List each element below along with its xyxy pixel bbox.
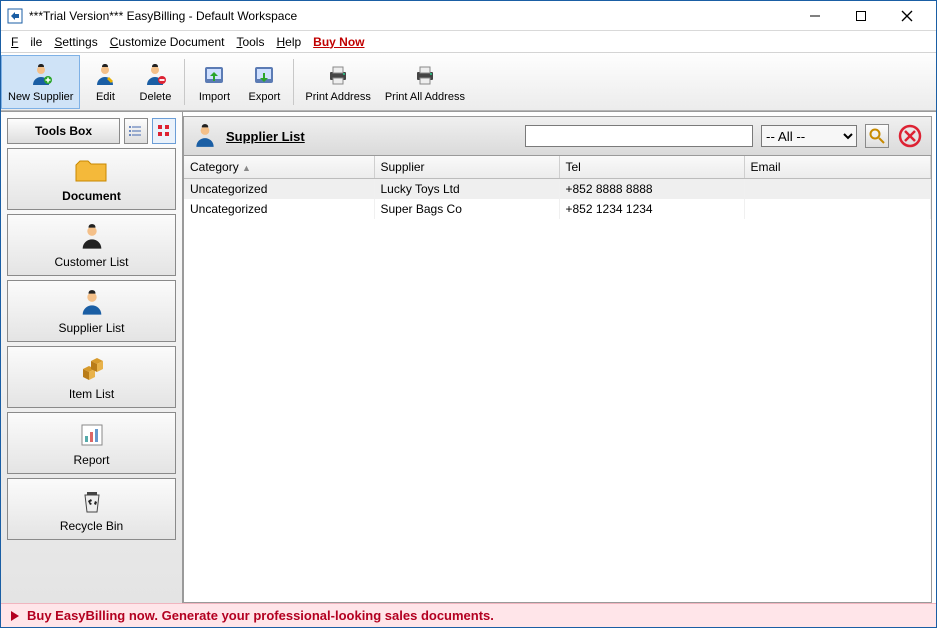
supplier-header-icon [192, 123, 218, 149]
supplier-table-wrap: Category ▲ Supplier Tel Email Uncategori… [183, 156, 932, 603]
promo-bar[interactable]: Buy EasyBilling now. Generate your profe… [1, 603, 936, 627]
toolbox-view-list-button[interactable] [124, 118, 148, 144]
customer-icon [78, 221, 106, 253]
column-category[interactable]: Category ▲ [184, 156, 374, 179]
column-email[interactable]: Email [744, 156, 931, 179]
menu-settings[interactable]: Settings [48, 33, 103, 51]
cell-tel: +852 1234 1234 [559, 199, 744, 219]
sort-asc-icon: ▲ [242, 163, 251, 173]
toolbar: New Supplier Edit Delete Import Export P… [1, 53, 936, 111]
toolbox-view-icons-button[interactable] [152, 118, 176, 144]
toolbox-item-recycle-bin[interactable]: Recycle Bin [7, 478, 176, 540]
toolbox-pane: Tools Box Document Customer List Supplie… [1, 112, 183, 603]
toolbox-title: Tools Box [7, 118, 120, 144]
person-delete-icon [143, 61, 167, 89]
report-icon [79, 419, 105, 451]
maximize-icon [855, 10, 867, 22]
edit-button[interactable]: Edit [80, 55, 130, 109]
export-icon [252, 61, 276, 89]
list-header: Supplier List -- All -- [183, 116, 932, 156]
list-header-title: Supplier List [226, 129, 305, 144]
toolbox-item-label: Document [62, 189, 121, 203]
import-button[interactable]: Import [189, 55, 239, 109]
cell-email [744, 199, 931, 219]
printer-all-icon [413, 61, 437, 89]
search-icon [869, 128, 885, 144]
toolbox-item-report[interactable]: Report [7, 412, 176, 474]
import-icon [202, 61, 226, 89]
toolbox-item-supplier-list[interactable]: Supplier List [7, 280, 176, 342]
menubar: File Settings Customize Document Tools H… [1, 31, 936, 53]
column-supplier[interactable]: Supplier [374, 156, 559, 179]
cell-category: Uncategorized [184, 179, 374, 200]
app-window: ***Trial Version*** EasyBilling - Defaul… [0, 0, 937, 628]
icons-view-icon [157, 124, 171, 138]
clear-button[interactable] [897, 123, 923, 149]
list-view-icon [129, 124, 143, 138]
recycle-bin-icon [80, 485, 104, 517]
filter-select[interactable]: -- All -- [761, 125, 857, 147]
toolbar-separator [184, 59, 185, 105]
window-controls [792, 1, 930, 31]
folder-icon [74, 155, 110, 187]
supplier-icon [78, 287, 106, 319]
toolbox-item-document[interactable]: Document [7, 148, 176, 210]
table-row[interactable]: UncategorizedSuper Bags Co+852 1234 1234 [184, 199, 931, 219]
boxes-icon [77, 353, 107, 385]
toolbox-item-label: Recycle Bin [60, 519, 123, 533]
menu-help[interactable]: Help [270, 33, 307, 51]
cell-supplier: Super Bags Co [374, 199, 559, 219]
close-button[interactable] [884, 1, 930, 31]
toolbox-item-item-list[interactable]: Item List [7, 346, 176, 408]
print-address-button[interactable]: Print Address [298, 55, 377, 109]
new-supplier-button[interactable]: New Supplier [1, 55, 80, 109]
table-row[interactable]: UncategorizedLucky Toys Ltd+852 8888 888… [184, 179, 931, 200]
app-icon [7, 8, 23, 24]
printer-icon [326, 61, 350, 89]
maximize-button[interactable] [838, 1, 884, 31]
chevron-right-icon [9, 610, 21, 622]
cancel-icon [898, 124, 922, 148]
window-title: ***Trial Version*** EasyBilling - Defaul… [29, 9, 792, 23]
menu-tools[interactable]: Tools [230, 33, 270, 51]
menu-buy-now[interactable]: Buy Now [307, 33, 370, 51]
close-icon [901, 10, 913, 22]
print-all-address-button[interactable]: Print All Address [378, 55, 472, 109]
toolbox-item-label: Supplier List [58, 321, 124, 335]
cell-tel: +852 8888 8888 [559, 179, 744, 200]
cell-supplier: Lucky Toys Ltd [374, 179, 559, 200]
toolbox-item-customer-list[interactable]: Customer List [7, 214, 176, 276]
person-edit-icon [93, 61, 117, 89]
menu-customize-document[interactable]: Customize Document [104, 33, 231, 51]
main-pane: Supplier List -- All -- Category ▲ Suppl… [183, 112, 936, 603]
person-add-icon [29, 61, 53, 89]
search-button[interactable] [865, 124, 889, 148]
toolbox-item-label: Customer List [54, 255, 128, 269]
body-area: Tools Box Document Customer List Supplie… [1, 111, 936, 603]
minimize-icon [809, 10, 821, 22]
toolbox-item-label: Report [73, 453, 109, 467]
supplier-table: Category ▲ Supplier Tel Email Uncategori… [184, 156, 931, 219]
toolbox-item-label: Item List [69, 387, 114, 401]
export-button[interactable]: Export [239, 55, 289, 109]
cell-category: Uncategorized [184, 199, 374, 219]
titlebar: ***Trial Version*** EasyBilling - Defaul… [1, 1, 936, 31]
cell-email [744, 179, 931, 200]
menu-file[interactable]: File [5, 33, 48, 51]
toolbox-header: Tools Box [7, 118, 176, 144]
promo-text: Buy EasyBilling now. Generate your profe… [27, 608, 494, 623]
delete-button[interactable]: Delete [130, 55, 180, 109]
column-tel[interactable]: Tel [559, 156, 744, 179]
minimize-button[interactable] [792, 1, 838, 31]
toolbar-separator [293, 59, 294, 105]
search-input[interactable] [525, 125, 753, 147]
